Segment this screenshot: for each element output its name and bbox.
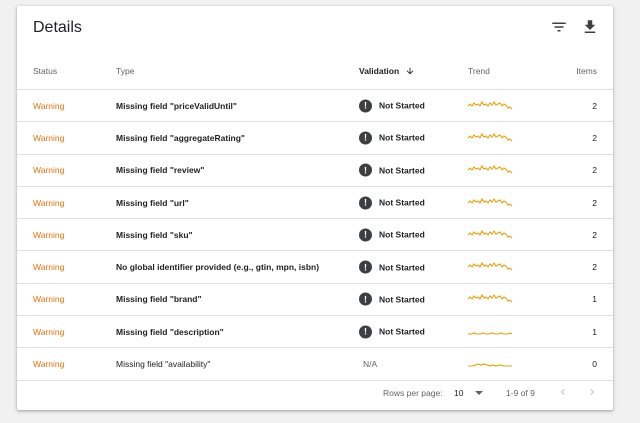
items-cell: 1 — [592, 326, 597, 337]
table-header: Status Type Validation Trend Items — [17, 50, 613, 90]
previous-page-button[interactable] — [555, 384, 571, 400]
table-row[interactable]: Warning Missing field "description"! Not S… — [17, 316, 613, 349]
column-header-items[interactable]: Items — [576, 66, 597, 76]
chevron-left-icon — [561, 389, 565, 395]
table-row[interactable]: Warning Missing field "aggregateRating"! N… — [17, 122, 613, 155]
status-cell: Warning — [33, 229, 65, 240]
table-footer: Rows per page: 10 1-9 of 9 — [17, 374, 613, 410]
trend-sparkline — [468, 357, 512, 371]
column-header-status[interactable]: Status — [33, 66, 57, 76]
validation-label: Not Started — [379, 229, 425, 240]
exclamation-icon: ! — [359, 163, 372, 177]
filter-icon — [552, 22, 566, 32]
status-cell: Warning — [33, 359, 65, 370]
validation-label: Not Started — [379, 262, 425, 273]
type-cell: Missing field "sku" — [116, 229, 193, 240]
pagination-range: 1-9 of 9 — [506, 388, 535, 398]
trend-sparkline — [468, 228, 512, 242]
trend-sparkline — [468, 292, 512, 306]
column-header-validation[interactable]: Validation — [359, 66, 415, 76]
details-card: Details Status Type Validation Trend Ite… — [17, 6, 613, 410]
rows-per-page-label: Rows per page: — [383, 388, 443, 398]
exclamation-icon: ! — [359, 260, 372, 274]
validation-cell: ! Not Started — [359, 163, 425, 177]
column-header-validation-label: Validation — [359, 66, 400, 76]
table-row[interactable]: Warning Missing field "url"! Not Started 2 — [17, 187, 613, 220]
download-icon — [584, 20, 596, 33]
validation-cell: ! Not Started — [359, 196, 425, 210]
exclamation-icon: ! — [359, 196, 372, 210]
type-cell: Missing field "availability" — [116, 359, 211, 370]
validation-cell: N/A — [363, 359, 378, 370]
status-cell: Warning — [33, 197, 65, 208]
trend-sparkline — [468, 196, 512, 210]
exclamation-icon: ! — [359, 131, 372, 145]
card-title: Details — [33, 19, 82, 36]
column-header-type[interactable]: Type — [116, 66, 134, 76]
validation-cell: ! Not Started — [359, 260, 425, 274]
trend-sparkline — [468, 260, 512, 274]
status-cell: Warning — [33, 326, 65, 337]
status-cell: Warning — [33, 132, 65, 143]
items-cell: 2 — [592, 229, 597, 240]
validation-label: Not Started — [379, 197, 425, 208]
items-cell: 1 — [592, 294, 597, 305]
arrow-down-icon — [406, 67, 414, 75]
exclamation-icon: ! — [359, 292, 372, 306]
trend-sparkline — [468, 131, 512, 145]
items-cell: 2 — [592, 165, 597, 176]
download-button[interactable] — [579, 16, 601, 38]
table-row[interactable]: Warning No global identifier provided (e.… — [17, 251, 613, 284]
items-cell: 2 — [592, 132, 597, 143]
items-cell: 0 — [592, 359, 597, 370]
type-cell: Missing field "url" — [116, 197, 189, 208]
dropdown-caret-icon — [475, 391, 484, 395]
trend-sparkline — [468, 163, 512, 177]
type-cell: Missing field "aggregateRating" — [116, 132, 245, 143]
validation-cell: ! Not Started — [359, 292, 425, 306]
next-page-button[interactable] — [584, 384, 600, 400]
table-row[interactable]: Warning Missing field "sku"! Not Started 2 — [17, 219, 613, 252]
status-cell: Warning — [33, 294, 65, 305]
type-cell: Missing field "description" — [116, 326, 224, 337]
filter-button[interactable] — [548, 16, 570, 38]
type-cell: No global identifier provided (e.g., gti… — [116, 262, 320, 273]
validation-label: Not Started — [379, 165, 425, 176]
exclamation-icon: ! — [359, 325, 372, 339]
trend-sparkline — [468, 325, 512, 339]
status-cell: Warning — [33, 165, 65, 176]
table-row[interactable]: Warning Missing field "priceValidUntil"! N… — [17, 90, 613, 123]
column-header-trend[interactable]: Trend — [468, 66, 490, 76]
status-cell: Warning — [33, 262, 65, 273]
table-row[interactable]: Warning Missing field "brand"! Not Started… — [17, 284, 613, 317]
validation-cell: ! Not Started — [359, 228, 425, 242]
trend-sparkline — [468, 99, 512, 113]
exclamation-icon: ! — [359, 228, 372, 242]
card-header: Details — [17, 6, 613, 50]
items-cell: 2 — [592, 197, 597, 208]
items-cell: 2 — [592, 100, 597, 111]
exclamation-icon: ! — [359, 99, 372, 113]
status-cell: Warning — [33, 100, 65, 111]
validation-label: Not Started — [379, 132, 425, 143]
table-row[interactable]: Warning Missing field "review"! Not Starte… — [17, 155, 613, 187]
validation-cell: ! Not Started — [359, 325, 425, 339]
rows-per-page-select[interactable]: 10 — [454, 388, 484, 398]
table-body: Warning Missing field "priceValidUntil"! N… — [17, 90, 613, 381]
validation-cell: ! Not Started — [359, 131, 425, 145]
details-table: Status Type Validation Trend Items Warni… — [17, 50, 613, 381]
type-cell: Missing field "priceValidUntil" — [116, 100, 237, 111]
chevron-right-icon — [590, 389, 594, 395]
validation-cell: ! Not Started — [359, 99, 425, 113]
items-cell: 2 — [592, 262, 597, 273]
validation-label: Not Started — [379, 294, 425, 305]
type-cell: Missing field "review" — [116, 165, 205, 176]
type-cell: Missing field "brand" — [116, 294, 202, 305]
validation-label: Not Started — [379, 100, 425, 111]
validation-label: Not Started — [379, 326, 425, 337]
rows-per-page-value: 10 — [454, 388, 464, 398]
